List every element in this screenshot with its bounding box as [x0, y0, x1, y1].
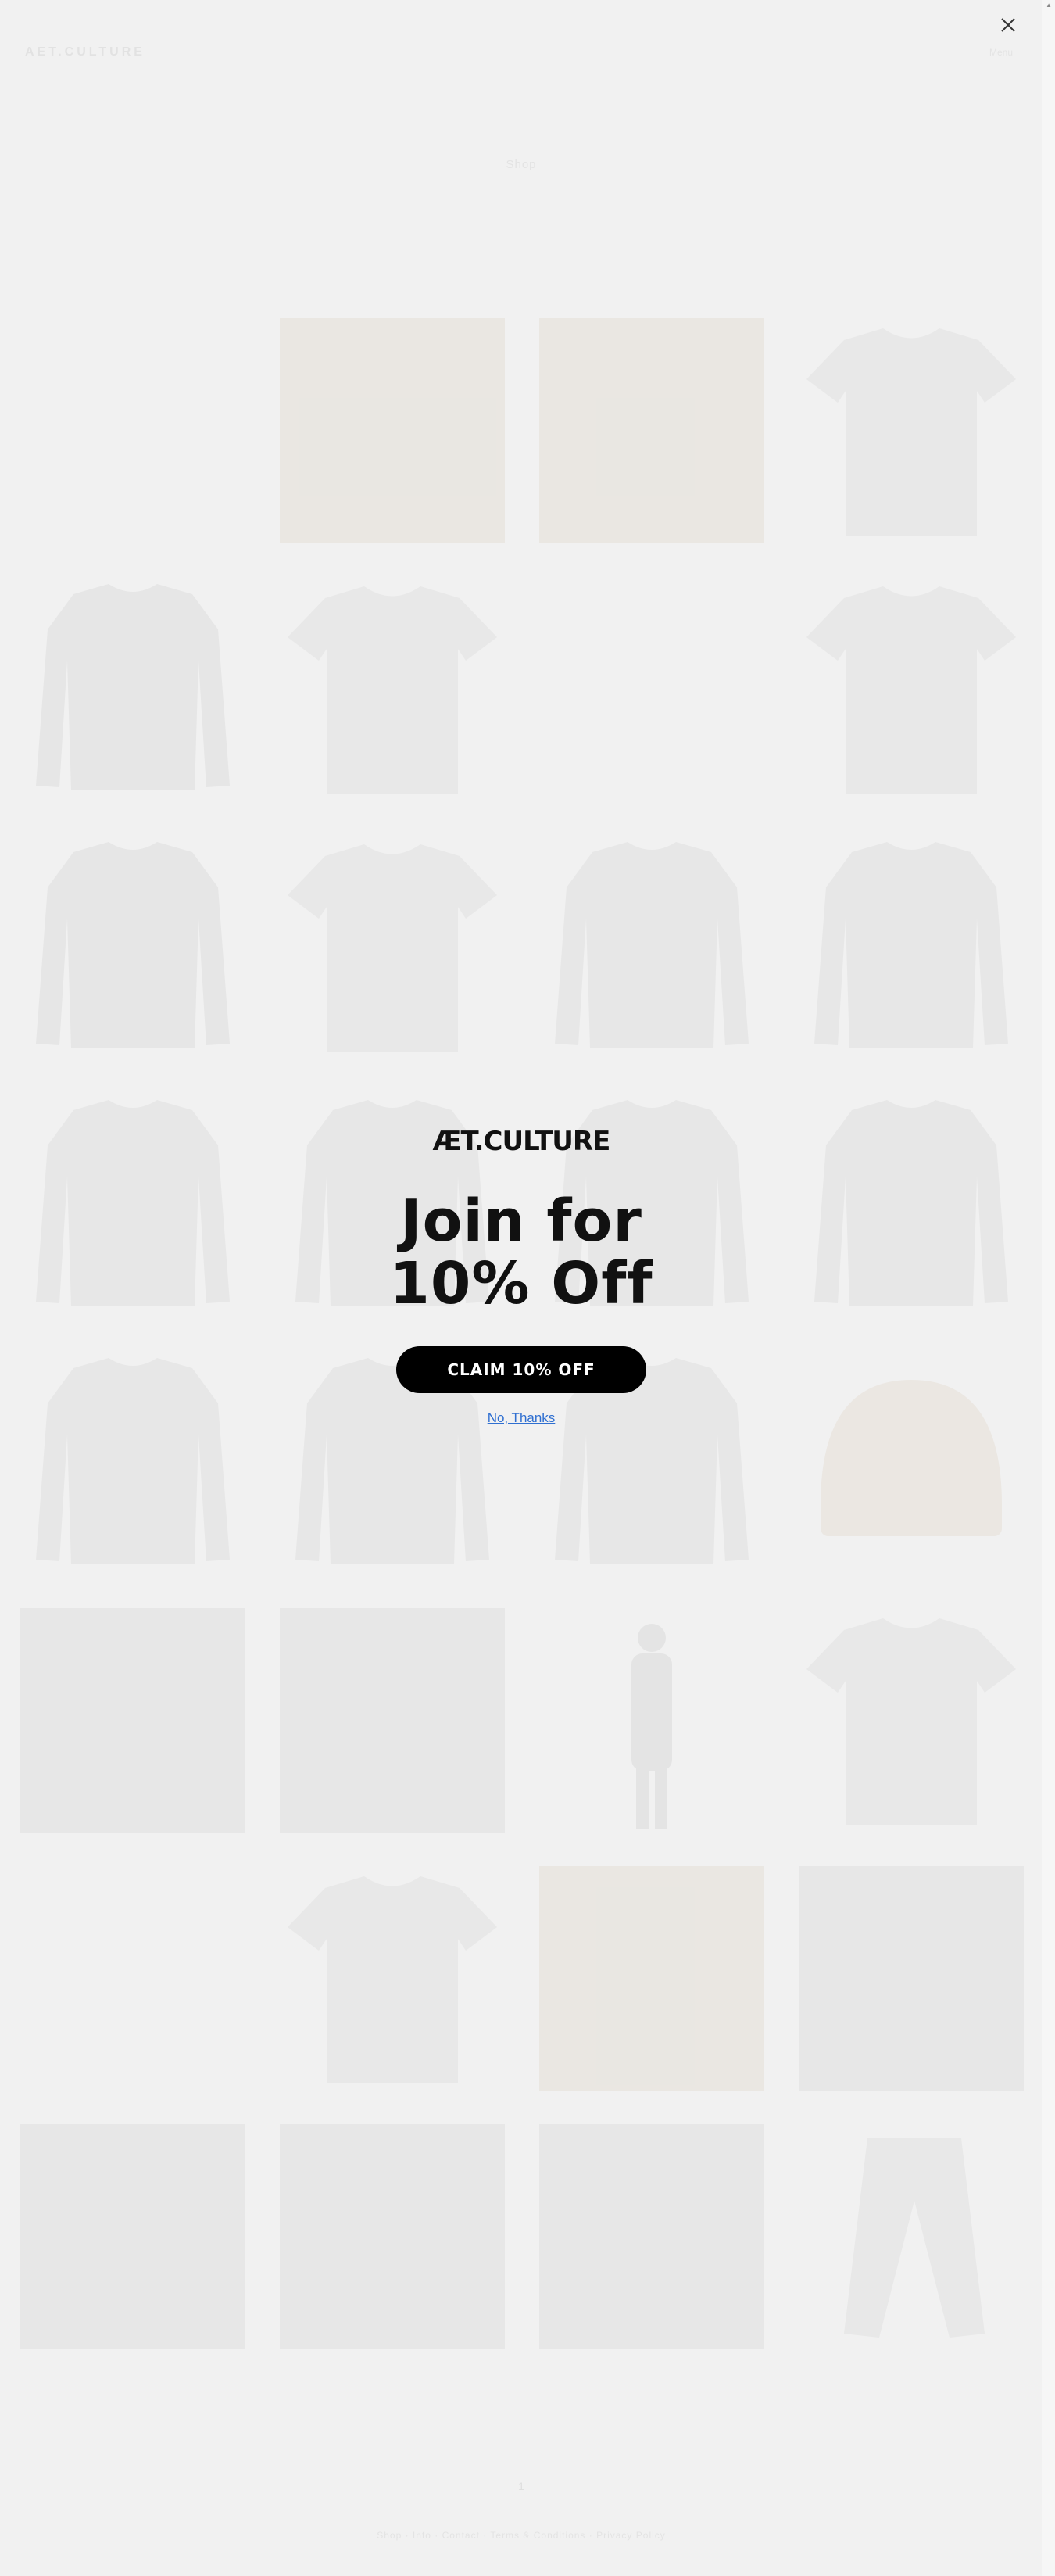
close-icon-svg — [1001, 18, 1015, 32]
close-icon[interactable] — [997, 14, 1019, 36]
popup-title: Join for 10% Off — [0, 1190, 1042, 1315]
claim-discount-button[interactable]: CLAIM 10% OFF — [396, 1346, 646, 1393]
popup-title-line1: Join for — [400, 1188, 642, 1255]
popup-logo: ÆT.CULTURE — [432, 1126, 611, 1157]
decline-link[interactable]: No, Thanks — [0, 1410, 1042, 1426]
popup-title-line2: 10% Off — [389, 1250, 653, 1317]
scroll-up-icon[interactable]: ▲ — [1046, 2, 1052, 9]
scrollbar[interactable]: ▲ — [1042, 0, 1055, 2576]
signup-popup: ÆT.CULTURE Join for 10% Off CLAIM 10% OF… — [0, 1126, 1042, 1426]
